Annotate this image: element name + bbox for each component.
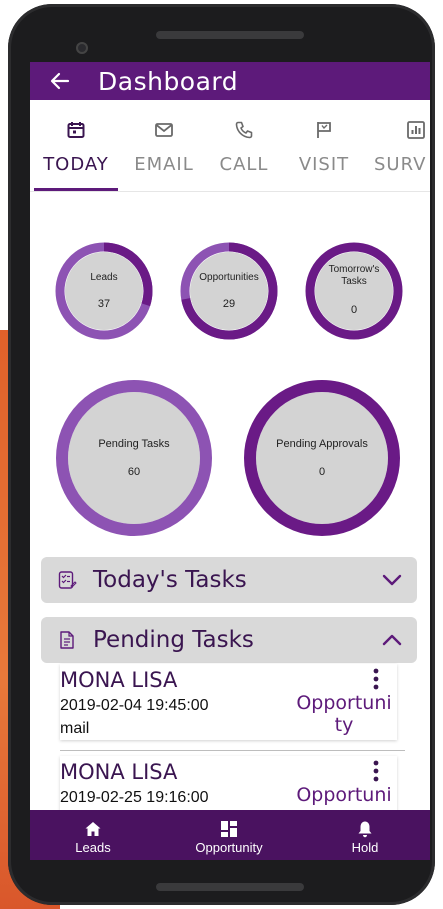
chevron-up-icon[interactable]: [381, 629, 403, 651]
task-datetime: 2019-02-04 19:45:00: [60, 697, 209, 714]
gauge-label: Opportunities: [199, 272, 259, 283]
gauge-value: 37: [97, 298, 111, 310]
pending-approvals-gauge-ring: [244, 380, 400, 536]
gauge-value: 60: [127, 466, 141, 478]
document-icon: [60, 631, 74, 649]
pending-tasks-section-header[interactable]: Pending Tasks: [41, 617, 417, 663]
task-contact-name: MONA LISA: [60, 668, 178, 692]
opportunities-gauge[interactable]: Opportunities 29: [180, 242, 278, 340]
todays-tasks-section-header[interactable]: Today's Tasks: [41, 557, 417, 603]
gauge-label: Tomorrow's Tasks: [328, 264, 380, 287]
tab-label: CALL: [219, 154, 269, 175]
front-camera: [76, 42, 88, 54]
task-list-icon: [58, 571, 77, 589]
phone-icon: [235, 121, 253, 139]
nav-opportunity[interactable]: Opportunity: [174, 810, 284, 860]
gauge-value: 0: [350, 304, 358, 316]
section-title: Today's Tasks: [93, 567, 247, 593]
calendar-icon: [67, 122, 85, 138]
bottom-speaker: [156, 883, 304, 891]
task-category: Opportuni ty: [296, 692, 392, 736]
home-icon: [85, 822, 101, 836]
task-datetime: 2019-02-25 19:16:00: [60, 789, 209, 806]
nav-label: Hold: [351, 840, 379, 855]
pending-tasks-gauge[interactable]: Pending Tasks 60: [54, 378, 214, 538]
tomorrows-tasks-gauge-ring: [305, 242, 403, 340]
gauge-value: 0: [318, 466, 326, 478]
nav-label: Leads: [75, 840, 111, 855]
page-title: Dashboard: [98, 66, 239, 96]
tab-visit[interactable]: VISIT: [284, 100, 364, 192]
tab-call[interactable]: CALL: [204, 100, 284, 192]
dashboard-icon: [221, 821, 237, 837]
earpiece-speaker: [156, 31, 304, 39]
nav-leads[interactable]: Leads: [38, 810, 148, 860]
active-tab-indicator: [34, 188, 118, 191]
back-arrow-icon[interactable]: [50, 71, 70, 91]
flag-icon: [317, 122, 331, 138]
gauge-label: Leads: [90, 272, 118, 283]
gauge-label: Pending Tasks: [98, 438, 170, 450]
more-options-icon[interactable]: [373, 668, 379, 690]
opportunities-gauge-ring: [180, 242, 278, 340]
nav-hold[interactable]: Hold: [310, 810, 420, 860]
mail-icon: [155, 123, 173, 137]
tab-email[interactable]: EMAIL: [124, 100, 204, 192]
tab-bar: TODAY EMAIL CALL VISIT SURV: [30, 100, 430, 192]
gauge-label: Pending Approvals: [276, 438, 368, 450]
bottom-navigation: Leads Opportunity Hold: [30, 810, 430, 860]
section-title: Pending Tasks: [93, 627, 254, 653]
leads-gauge-ring: [55, 242, 153, 340]
nav-label: Opportunity: [195, 840, 263, 855]
pending-approvals-gauge[interactable]: Pending Approvals 0: [242, 378, 402, 538]
tab-label: EMAIL: [134, 154, 194, 175]
tab-label: VISIT: [298, 154, 350, 175]
card-divider: [60, 750, 405, 751]
task-type: mail: [60, 720, 90, 737]
gauge-value: 29: [222, 298, 236, 310]
bell-icon: [358, 821, 372, 838]
tomorrows-tasks-gauge[interactable]: Tomorrow's Tasks 0: [305, 242, 403, 340]
task-contact-name: MONA LISA: [60, 760, 178, 784]
task-category: Opportuni: [296, 784, 392, 806]
tab-survey[interactable]: SURV: [366, 100, 430, 192]
app-screen: Dashboard TODAY EMAIL CALL VISIT SURV Le…: [30, 62, 430, 860]
app-bar: Dashboard: [30, 62, 430, 100]
leads-gauge[interactable]: Leads 37: [55, 242, 153, 340]
tab-label: TODAY: [43, 154, 109, 175]
chevron-down-icon[interactable]: [381, 569, 403, 591]
pending-tasks-gauge-ring: [56, 380, 212, 536]
tab-label: SURV: [374, 154, 427, 175]
more-options-icon[interactable]: [373, 760, 379, 782]
chart-icon: [407, 121, 425, 139]
tab-today[interactable]: TODAY: [36, 100, 116, 192]
pending-task-card[interactable]: MONA LISA 2019-02-04 19:45:00 mail Oppor…: [60, 664, 397, 740]
